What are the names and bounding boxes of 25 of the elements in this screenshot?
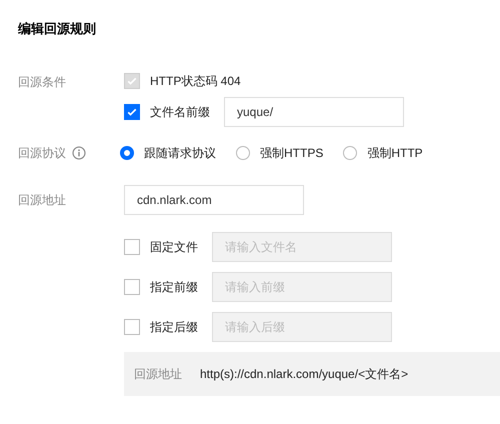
field-label: 回源地址 <box>18 192 67 208</box>
checkbox-label: 固定文件 <box>150 238 198 256</box>
checkbox-label: 文件名前缀 <box>150 104 210 120</box>
radio-label: 强制HTTPS <box>260 144 324 162</box>
address-input[interactable]: cdn.nlark.com <box>124 185 304 215</box>
field-label: 回源条件 <box>18 74 67 91</box>
preview-label: 回源地址 <box>134 366 182 382</box>
prefix-input[interactable]: yuque/ <box>224 97 404 127</box>
radio-label: 跟随请求协议 <box>144 144 216 162</box>
radio-button[interactable] <box>343 146 358 160</box>
checkbox[interactable] <box>124 239 140 255</box>
field-label: 回源协议 <box>18 144 66 162</box>
radio-button[interactable] <box>236 146 250 160</box>
checkbox[interactable] <box>124 279 140 295</box>
radio-label: 强制HTTP <box>367 144 423 162</box>
checkbox-label: 指定后缀 <box>150 318 198 336</box>
check-icon <box>126 106 138 118</box>
radio-button[interactable] <box>120 146 134 160</box>
info-icon[interactable] <box>72 146 86 160</box>
preview-url: http(s)://cdn.nlark.com/yuque/<文件名> <box>200 366 408 382</box>
checkbox[interactable] <box>124 319 140 335</box>
dialog-title: 编辑回源规则 <box>16 20 97 38</box>
checkbox[interactable] <box>124 104 140 120</box>
checkbox-label: 指定前缀 <box>150 278 198 296</box>
checkbox-label: HTTP状态码 404 <box>150 72 241 90</box>
